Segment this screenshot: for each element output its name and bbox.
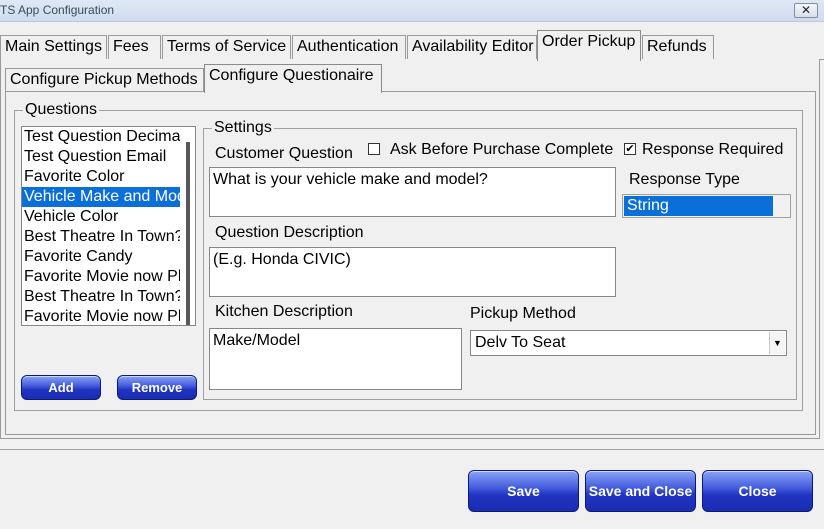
pickup-method-value: Delv To Seat	[475, 334, 566, 351]
questions-list[interactable]: Test Question Decimal Test Question Emai…	[21, 126, 196, 326]
settings-legend: Settings	[214, 119, 272, 136]
customer-question-input[interactable]: What is your vehicle make and model?	[209, 167, 616, 217]
main-tab-strip: Main Settings Fees Terms of Service Auth…	[0, 30, 824, 61]
close-button[interactable]: Close	[702, 470, 813, 512]
questions-legend: Questions	[25, 101, 98, 118]
response-type-list[interactable]: String	[622, 194, 791, 218]
kitchen-description-input[interactable]: Make/Model	[209, 328, 462, 390]
question-description-label: Question Description	[215, 224, 364, 241]
list-item[interactable]: Vehicle Color	[22, 207, 180, 227]
tab-configure-questionaire[interactable]: Configure Questionaire	[204, 64, 382, 93]
list-item[interactable]: Favorite Movie now Playing	[22, 307, 180, 325]
chevron-down-icon[interactable]: ▼	[769, 332, 785, 354]
list-item[interactable]: Test Question Decimal	[22, 127, 180, 147]
response-type-label: Response Type	[629, 171, 740, 188]
tab-refunds[interactable]: Refunds	[642, 35, 714, 60]
kitchen-description-label: Kitchen Description	[215, 303, 353, 320]
list-item-selected[interactable]: Vehicle Make and Model	[22, 187, 180, 207]
list-item[interactable]: Favorite Movie now Playing	[22, 267, 180, 287]
pickup-method-select[interactable]: Delv To Seat ▼	[470, 330, 787, 356]
response-required-label: Response Required	[642, 141, 784, 158]
tab-configure-pickup-methods[interactable]: Configure Pickup Methods	[5, 68, 204, 92]
tab-fees[interactable]: Fees	[108, 35, 161, 60]
remove-question-button[interactable]: Remove	[117, 375, 197, 400]
tab-authentication[interactable]: Authentication	[292, 35, 406, 60]
list-scrollbar[interactable]	[186, 142, 190, 325]
list-item[interactable]: Test Question Email	[22, 147, 180, 167]
question-description-input[interactable]: (E.g. Honda CIVIC)	[209, 247, 616, 297]
list-item[interactable]: Best Theatre In Town?	[22, 227, 180, 247]
ask-before-purchase-label: Ask Before Purchase Complete	[390, 141, 614, 158]
tab-main-settings[interactable]: Main Settings	[0, 35, 107, 60]
window-close-button[interactable]: ✕	[794, 3, 818, 18]
ask-before-purchase-checkbox[interactable]	[368, 143, 380, 155]
save-and-close-button[interactable]: Save and Close	[585, 470, 696, 512]
close-icon: ✕	[800, 3, 812, 17]
add-question-button[interactable]: Add	[21, 375, 101, 400]
save-button[interactable]: Save	[468, 470, 579, 512]
sub-tab-strip: Configure Pickup Methods Configure Quest…	[1, 64, 821, 93]
response-type-selected[interactable]: String	[624, 196, 773, 216]
tab-order-pickup[interactable]: Order Pickup	[537, 30, 641, 61]
tab-terms-of-service[interactable]: Terms of Service	[162, 35, 291, 60]
window-title: TS App Configuration	[0, 3, 115, 17]
footer-divider	[0, 449, 824, 450]
list-item[interactable]: Favorite Color	[22, 167, 180, 187]
list-item[interactable]: Favorite Candy	[22, 247, 180, 267]
tab-availability-editor[interactable]: Availability Editor	[407, 35, 537, 60]
pickup-method-label: Pickup Method	[470, 305, 576, 322]
customer-question-label: Customer Question	[215, 145, 353, 162]
title-bar: TS App Configuration ✕	[0, 0, 824, 22]
response-required-checkbox[interactable]: ✔	[624, 143, 636, 155]
list-item[interactable]: Best Theatre In Town?	[22, 287, 180, 307]
